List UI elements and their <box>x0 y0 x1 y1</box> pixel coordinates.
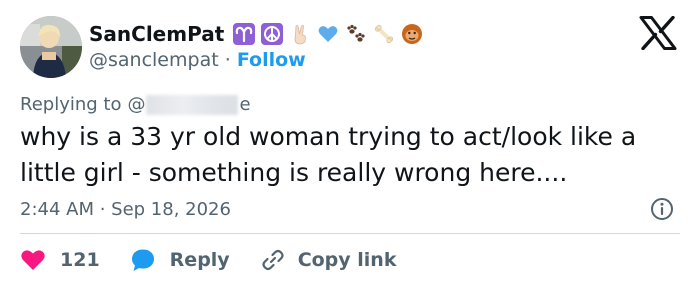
display-name-text: SanClemPat <box>89 22 225 46</box>
mention-end: e <box>239 94 251 115</box>
reply-label: Reply <box>169 249 230 271</box>
replying-to-label: Replying to <box>20 94 122 115</box>
aries-icon <box>232 22 256 46</box>
like-button[interactable]: 121 <box>20 248 100 272</box>
redacted-mention <box>146 95 239 115</box>
mention-start: @ <box>127 94 146 115</box>
display-name[interactable]: SanClemPat <box>89 19 424 49</box>
reply-button[interactable]: Reply <box>130 247 230 273</box>
tweet-timestamp[interactable]: 2:44 AM · Sep 18, 2026 <box>20 197 231 223</box>
info-icon[interactable] <box>649 196 675 222</box>
link-icon <box>262 249 284 271</box>
bone-icon <box>372 22 396 46</box>
replying-to: Replying to @ e <box>20 92 251 118</box>
speech-bubble-icon <box>131 249 154 271</box>
heart-icon <box>21 250 45 270</box>
like-count: 121 <box>60 249 100 271</box>
handle-row: @sanclempat · Follow <box>89 46 306 74</box>
copy-link-button[interactable]: Copy link <box>260 247 397 273</box>
avatar-image <box>20 16 82 78</box>
handle-separator: · <box>224 49 237 71</box>
paw-prints-icon <box>344 22 368 46</box>
avatar[interactable] <box>20 16 82 78</box>
copy-link-label: Copy link <box>297 249 397 271</box>
x-logo-icon[interactable] <box>638 15 678 51</box>
peace-icon <box>260 22 284 46</box>
divider <box>20 233 680 234</box>
action-bar: 121 Reply Copy link <box>20 245 396 275</box>
follow-link[interactable]: Follow <box>237 49 306 71</box>
blue-heart-icon <box>316 22 340 46</box>
tweet-text: why is a 33 yr old woman trying to act/l… <box>20 122 637 187</box>
victory-hand-icon <box>288 22 312 46</box>
orangutan-icon <box>400 22 424 46</box>
user-handle[interactable]: @sanclempat <box>89 49 219 71</box>
